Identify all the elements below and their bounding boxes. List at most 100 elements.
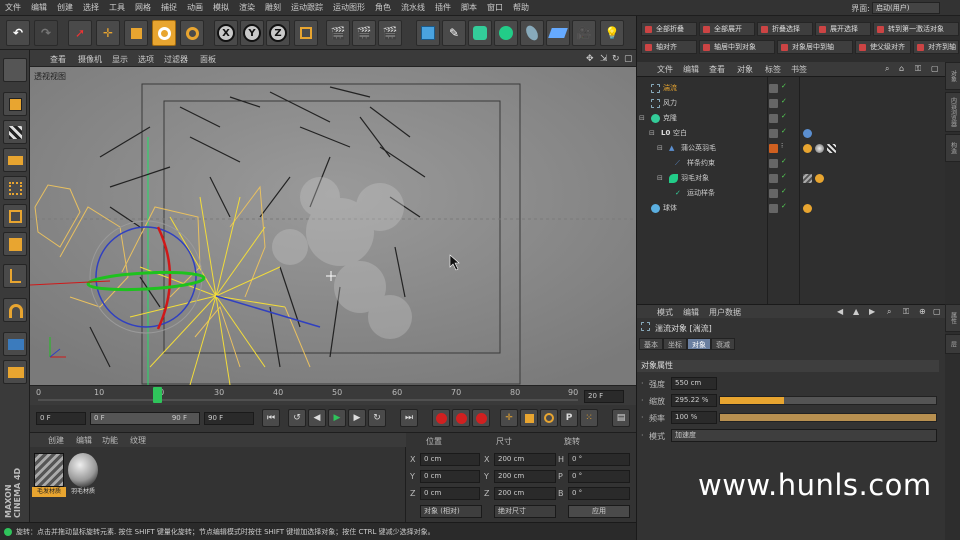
attr-menu-userdata[interactable]: 用户数据 — [709, 307, 741, 318]
attr-forward-icon[interactable]: ▶ — [869, 307, 875, 316]
material-swatch-feather[interactable] — [68, 453, 98, 487]
tag-icon[interactable] — [803, 129, 812, 138]
layer-icon[interactable] — [769, 84, 778, 93]
goto-end-button[interactable]: ⏭ — [400, 409, 418, 427]
mode-select[interactable]: 加速度 — [671, 429, 937, 442]
timeline-button[interactable]: ▤ — [612, 409, 630, 427]
scale-slider[interactable] — [719, 396, 937, 405]
size-mode-select[interactable]: 绝对尺寸 — [494, 505, 556, 518]
render-picture-viewer-button[interactable]: 🎬 — [352, 20, 376, 46]
viewport-menu-options[interactable]: 选项 — [138, 54, 154, 65]
axis-mode-button[interactable] — [3, 264, 27, 288]
object-row-null[interactable]: ⊟ L0 空白 ✓ — [637, 126, 945, 141]
apply-button[interactable]: 应用 — [568, 505, 630, 518]
layer-icon[interactable] — [769, 174, 778, 183]
expand-icon[interactable]: ⊟ — [649, 126, 655, 141]
object-row-turbulence[interactable]: 湍流 ✓ — [637, 81, 945, 96]
rotate-button[interactable] — [152, 20, 176, 46]
array-button[interactable] — [494, 20, 518, 46]
key-parameter-button[interactable]: P — [560, 409, 578, 427]
attr-menu-mode[interactable]: 模式 — [657, 307, 673, 318]
menu-character[interactable]: 角色 — [370, 2, 396, 13]
om-menu-object[interactable]: 对象 — [737, 64, 753, 75]
tab-basic[interactable]: 基本 — [639, 338, 663, 350]
layer-icon[interactable] — [769, 204, 778, 213]
menu-window[interactable]: 窗口 — [482, 2, 508, 13]
side-tab-content-browser[interactable]: 内容浏览器 — [945, 92, 960, 132]
attr-lock-icon[interactable]: ⚿ — [903, 307, 909, 317]
collapse-selected-button[interactable]: 折叠选择 — [757, 22, 813, 36]
expand-selected-button[interactable]: 展开选择 — [815, 22, 871, 36]
tab-coord[interactable]: 坐标 — [663, 338, 687, 350]
model-mode-button[interactable] — [3, 92, 27, 116]
menu-mesh[interactable]: 网格 — [130, 2, 156, 13]
rotation-h-field[interactable]: 0 ° — [568, 453, 630, 466]
visibility-check-icon[interactable]: ✓ — [781, 128, 788, 135]
autokey-button[interactable] — [452, 409, 470, 427]
object-row-cloner[interactable]: ⊟ 克隆 ✓ — [637, 111, 945, 126]
recent-tool-button[interactable] — [180, 20, 204, 46]
menu-tools[interactable]: 工具 — [104, 2, 130, 13]
play-button[interactable]: ▶ — [328, 409, 346, 427]
size-x-field[interactable]: 200 cm — [494, 453, 556, 466]
object-row-wind[interactable]: 风力 ✓ — [637, 96, 945, 111]
timeline-ruler[interactable]: 0 10 20 30 40 50 60 70 80 90 20 F — [30, 385, 636, 405]
key-rotation-button[interactable] — [540, 409, 558, 427]
rotation-p-field[interactable]: 0 ° — [568, 470, 630, 483]
object-row-motion-spline[interactable]: ✓ 运动样条 ✓ — [637, 186, 945, 201]
coord-system-button[interactable] — [294, 20, 318, 46]
align-to-axis-button[interactable]: 对齐到轴 — [913, 40, 959, 54]
menu-pipeline[interactable]: 流水线 — [396, 2, 430, 13]
playhead[interactable] — [153, 387, 162, 403]
planar-workplane-button[interactable] — [3, 360, 27, 384]
prev-frame-button[interactable]: ◀ — [308, 409, 326, 427]
tag-icon[interactable] — [815, 174, 824, 183]
layout-select[interactable]: 启动(用户) — [872, 2, 940, 14]
menu-motion-tracking[interactable]: 运动跟踪 — [286, 2, 328, 13]
layer-icon[interactable] — [769, 99, 778, 108]
menu-plugins[interactable]: 插件 — [430, 2, 456, 13]
current-frame-field[interactable]: 20 F — [584, 390, 624, 403]
attr-maximize-icon[interactable]: ▢ — [933, 307, 941, 316]
expand-icon[interactable]: ⊟ — [639, 111, 645, 126]
size-z-field[interactable]: 200 cm — [494, 487, 556, 500]
size-y-field[interactable]: 200 cm — [494, 470, 556, 483]
om-maximize-icon[interactable]: ▢ — [931, 64, 939, 73]
visibility-check-icon[interactable]: ✓ — [781, 158, 788, 165]
menu-select[interactable]: 选择 — [78, 2, 104, 13]
floor-button[interactable] — [546, 20, 570, 46]
viewport-menu-camera[interactable]: 摄像机 — [78, 54, 102, 65]
edges-mode-button[interactable] — [3, 204, 27, 228]
visibility-check-icon[interactable]: ✓ — [781, 203, 788, 210]
material-swatch-hair[interactable] — [34, 453, 64, 487]
side-tab-attributes[interactable]: 属性 — [945, 304, 960, 332]
viewport-menu-view[interactable]: 查看 — [50, 54, 66, 65]
position-z-field[interactable]: 0 cm — [420, 487, 480, 500]
object-row-feather-object[interactable]: ⊟ 羽毛对象 ✓ — [637, 171, 945, 186]
object-row-spline-constraint[interactable]: ⟋ 样条约束 ✓ — [637, 156, 945, 171]
x-axis-button[interactable]: X — [214, 20, 238, 46]
visibility-check-icon[interactable]: ✓ — [781, 98, 788, 105]
om-search-icon[interactable]: ⌕ — [885, 64, 889, 74]
attr-menu-edit[interactable]: 编辑 — [683, 307, 699, 318]
tab-falloff[interactable]: 衰减 — [711, 338, 735, 350]
end-frame-field[interactable]: 90 F — [204, 412, 254, 425]
live-select-button[interactable]: ➚ — [68, 20, 92, 46]
snap-button[interactable] — [3, 298, 27, 322]
position-x-field[interactable]: 0 cm — [420, 453, 480, 466]
locked-workplane-button[interactable] — [3, 332, 27, 356]
menu-create[interactable]: 创建 — [52, 2, 78, 13]
undo-button[interactable]: ↶ — [6, 20, 30, 46]
material-tag-icon[interactable] — [815, 144, 824, 153]
object-center-axis-button[interactable]: 对象居中到轴 — [777, 40, 853, 54]
tag-icon[interactable] — [803, 144, 812, 153]
side-tab-objects[interactable]: 对象 — [945, 62, 960, 90]
layer-icon[interactable] — [769, 129, 778, 138]
frequency-field[interactable]: 100 % — [671, 411, 717, 424]
visibility-check-icon[interactable]: ✓ — [781, 173, 788, 180]
light-button[interactable]: 💡 — [600, 20, 624, 46]
layer-icon[interactable] — [769, 159, 778, 168]
spline-pen-button[interactable]: ✎ — [442, 20, 466, 46]
viewport-maximize-icon[interactable]: ▢ — [624, 54, 633, 64]
deformer-button[interactable] — [520, 20, 544, 46]
